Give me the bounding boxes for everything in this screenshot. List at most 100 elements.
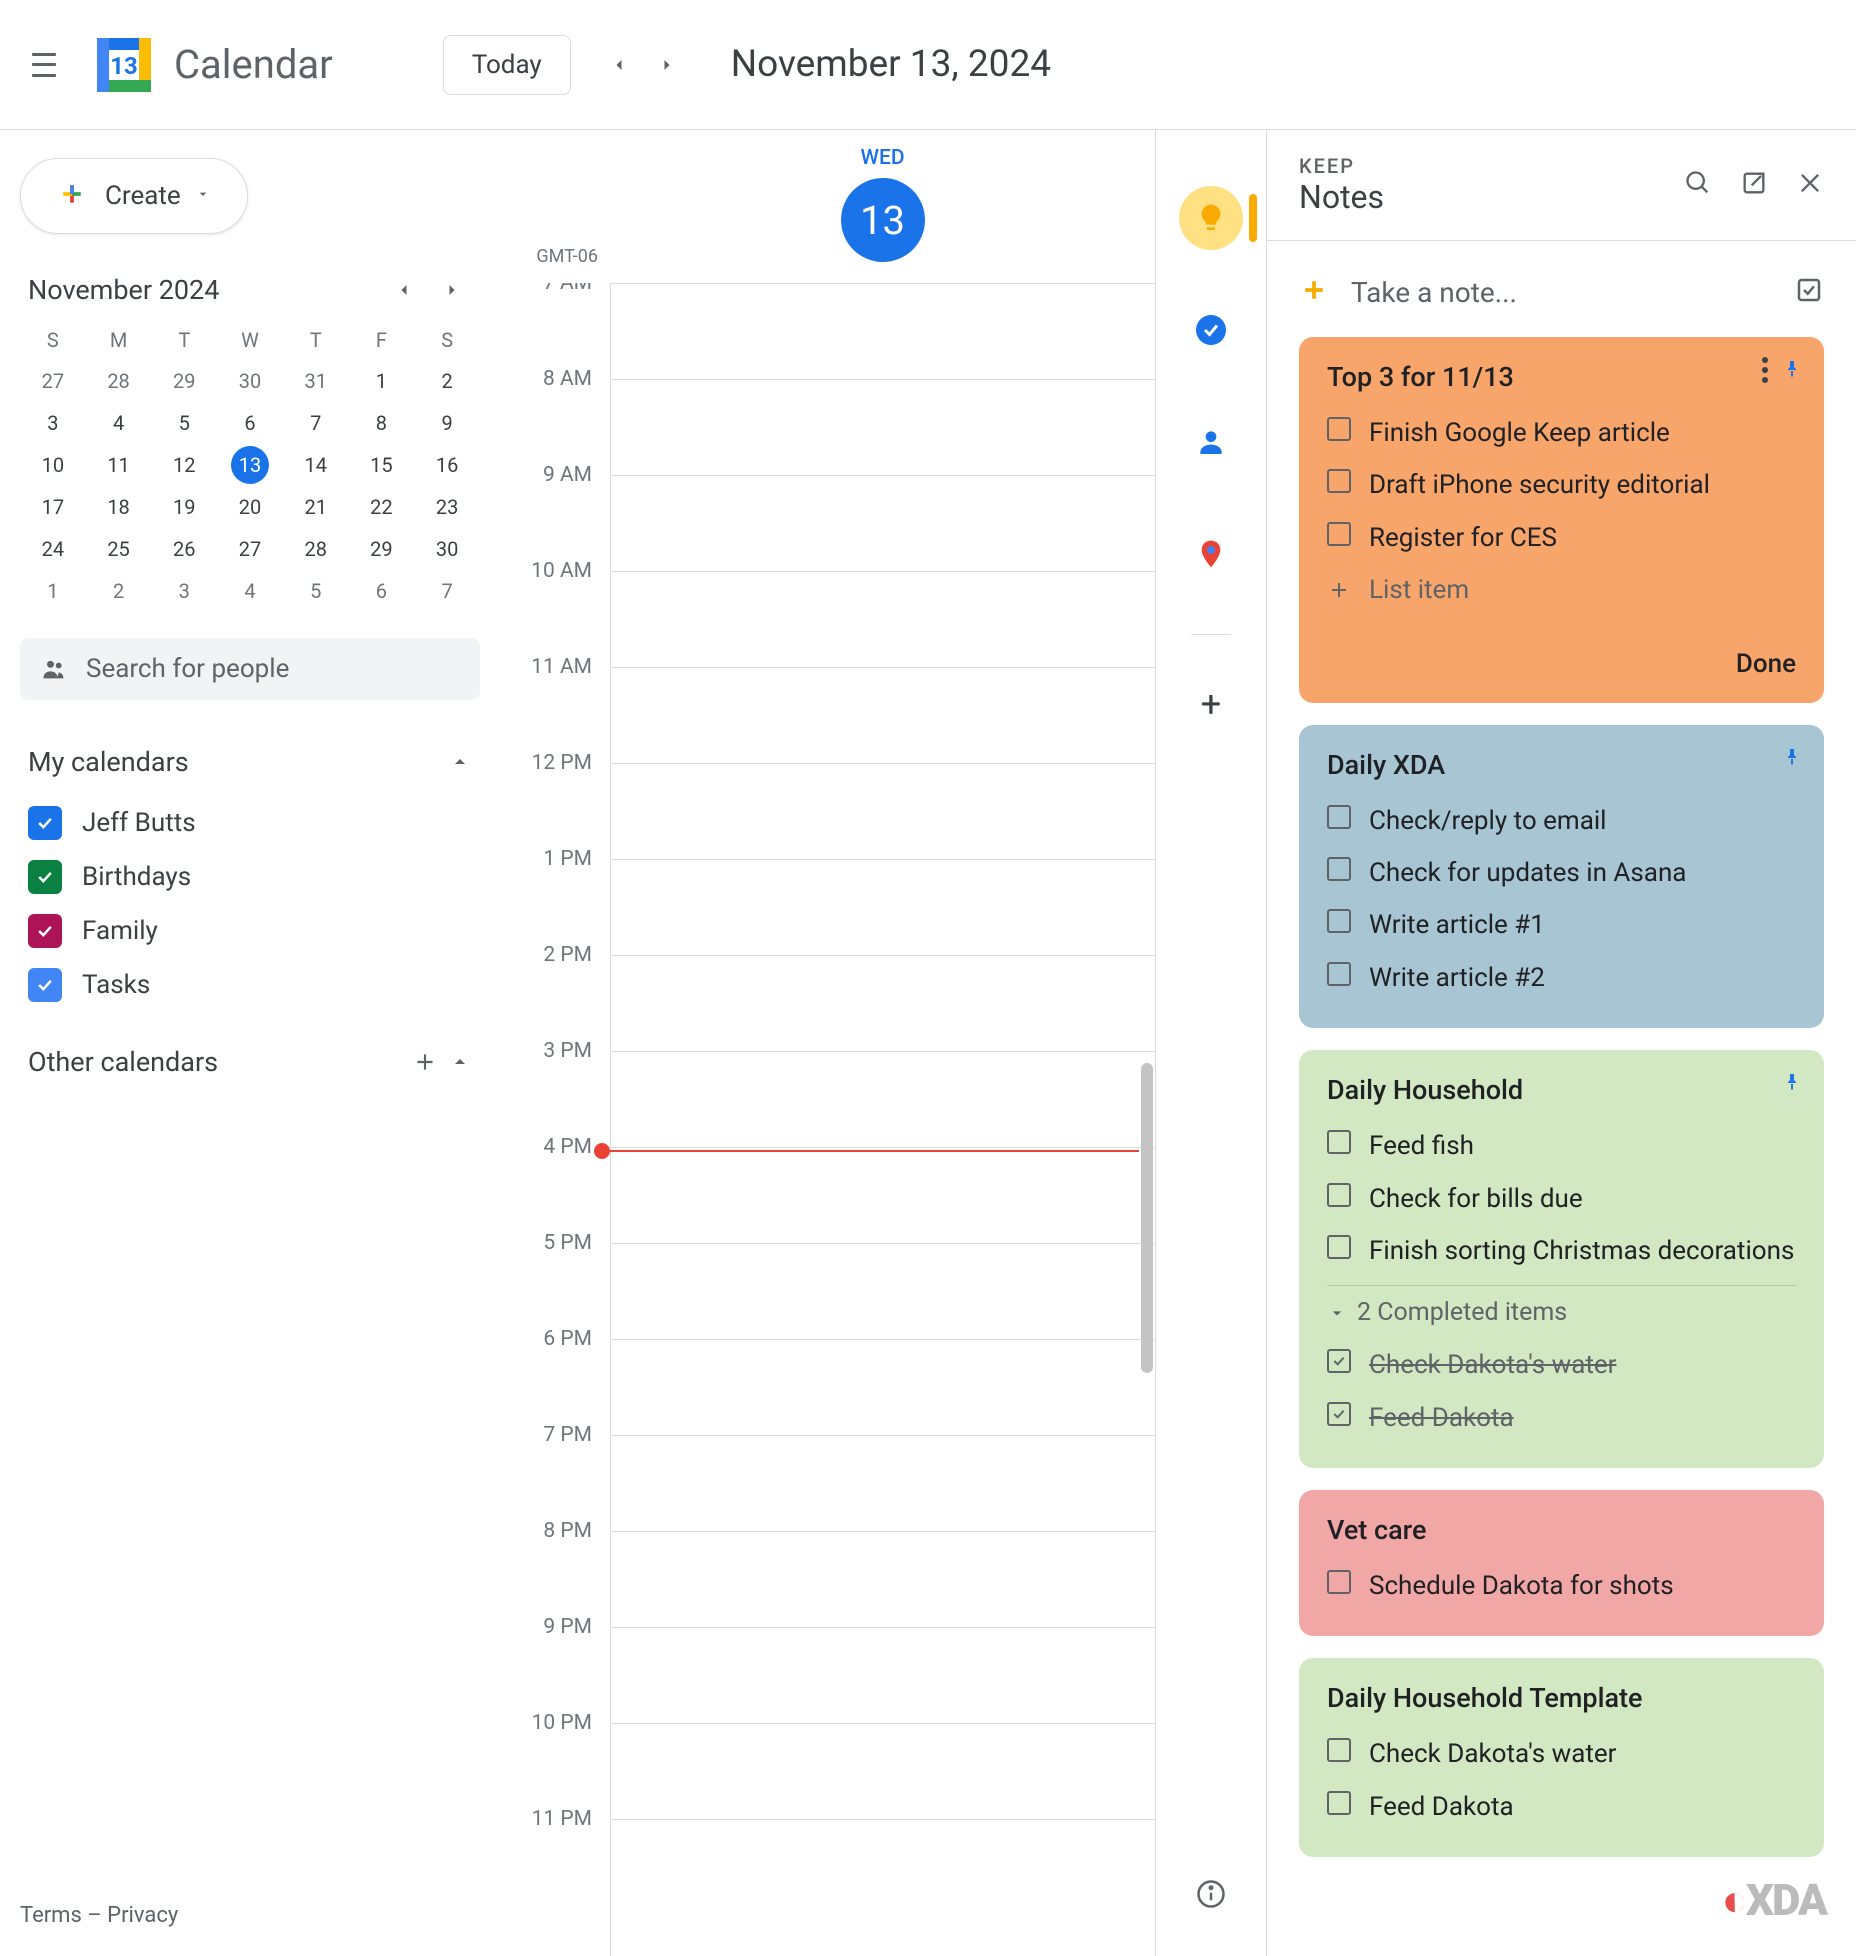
mini-cal-day[interactable]: 17 [34,488,72,526]
day-grid[interactable] [610,283,1155,1956]
note-checkbox-checked[interactable] [1327,1349,1351,1373]
mini-cal-day[interactable]: 4 [100,404,138,442]
mini-cal-day[interactable]: 15 [362,446,400,484]
note-checkbox[interactable] [1327,909,1351,933]
pin-icon[interactable] [1780,357,1804,385]
note-card[interactable]: Daily HouseholdFeed fishCheck for bills … [1299,1050,1824,1468]
calendar-checkbox[interactable] [28,914,62,948]
note-card[interactable]: Vet careSchedule Dakota for shots [1299,1490,1824,1636]
completed-toggle[interactable]: 2 Completed items [1327,1285,1796,1339]
note-card[interactable]: Daily XDACheck/reply to emailCheck for u… [1299,725,1824,1029]
mini-cal-day[interactable]: 11 [100,446,138,484]
mini-cal-day[interactable]: 19 [165,488,203,526]
hour-slot[interactable] [611,763,1155,859]
note-list-item[interactable]: Feed Dakota [1327,1781,1796,1833]
hour-slot[interactable] [611,1435,1155,1531]
hour-slot[interactable] [611,1147,1155,1243]
mini-cal-day[interactable]: 3 [34,404,72,442]
mini-cal-day[interactable]: 21 [297,488,335,526]
mini-cal-day[interactable]: 29 [362,530,400,568]
mini-cal-day[interactable]: 5 [165,404,203,442]
mini-cal-day[interactable]: 3 [165,572,203,610]
calendar-item[interactable]: Tasks [24,958,480,1012]
note-list-item[interactable]: Check for updates in Asana [1327,847,1796,899]
footer-links[interactable]: Terms – Privacy [20,1883,480,1928]
mini-cal-day[interactable]: 18 [100,488,138,526]
mini-cal-day[interactable]: 13 [231,446,269,484]
rail-keep-button[interactable] [1179,186,1243,250]
note-list-item[interactable]: Write article #2 [1327,952,1796,1004]
note-checkbox[interactable] [1327,1235,1351,1259]
mini-cal-day[interactable]: 6 [231,404,269,442]
mini-cal-day[interactable]: 5 [297,572,335,610]
scrollbar[interactable] [1141,1063,1153,1373]
new-list-button[interactable] [1794,275,1824,309]
mini-cal-day[interactable]: 10 [34,446,72,484]
search-people-input[interactable]: Search for people [20,638,480,700]
note-checkbox[interactable] [1327,805,1351,829]
mini-cal-day[interactable]: 26 [165,530,203,568]
hour-slot[interactable] [611,283,1155,379]
calendar-item[interactable]: Family [24,904,480,958]
hour-slot[interactable] [611,1339,1155,1435]
add-list-item[interactable]: List item [1327,564,1796,616]
today-button[interactable]: Today [443,35,571,95]
pin-icon[interactable] [1780,1070,1804,1098]
note-checkbox[interactable] [1327,417,1351,441]
hour-slot[interactable] [611,1723,1155,1819]
hour-slot[interactable] [611,1819,1155,1915]
note-checkbox[interactable] [1327,857,1351,881]
mini-cal-day[interactable]: 28 [297,530,335,568]
main-menu-button[interactable] [20,41,68,89]
hour-slot[interactable] [611,571,1155,667]
rail-maps-button[interactable] [1179,522,1243,586]
note-list-item-completed[interactable]: Feed Dakota [1327,1392,1796,1444]
mini-cal-day[interactable]: 30 [231,362,269,400]
keep-close-button[interactable] [1796,169,1824,201]
mini-cal-day[interactable]: 31 [297,362,335,400]
note-list-item[interactable]: Schedule Dakota for shots [1327,1560,1796,1612]
calendar-item[interactable]: Jeff Butts [24,796,480,850]
note-list-item-completed[interactable]: Check Dakota's water [1327,1339,1796,1391]
mini-cal-day[interactable]: 8 [362,404,400,442]
hour-slot[interactable] [611,859,1155,955]
hour-slot[interactable] [611,1531,1155,1627]
pin-icon[interactable] [1780,745,1804,773]
note-checkbox[interactable] [1327,1791,1351,1815]
mini-cal-day[interactable]: 20 [231,488,269,526]
note-list-item[interactable]: Write article #1 [1327,899,1796,951]
note-list-item[interactable]: Check for bills due [1327,1173,1796,1225]
my-calendars-toggle[interactable]: My calendars [20,740,480,784]
mini-cal-day[interactable]: 2 [100,572,138,610]
mini-cal-day[interactable]: 12 [165,446,203,484]
mini-cal-day[interactable]: 24 [34,530,72,568]
mini-cal-day[interactable]: 16 [428,446,466,484]
mini-cal-day[interactable]: 25 [100,530,138,568]
mini-cal-day[interactable]: 28 [100,362,138,400]
calendar-checkbox[interactable] [28,806,62,840]
note-list-item[interactable]: Check Dakota's water [1327,1728,1796,1780]
note-checkbox[interactable] [1327,1130,1351,1154]
rail-contacts-button[interactable] [1179,410,1243,474]
create-button[interactable]: Create [20,158,248,234]
hour-slot[interactable] [611,1243,1155,1339]
day-number-badge[interactable]: 13 [841,178,925,262]
hour-slot[interactable] [611,1051,1155,1147]
rail-info-button[interactable] [1179,1862,1243,1926]
mini-cal-day[interactable]: 4 [231,572,269,610]
note-done-button[interactable]: Done [1327,617,1796,679]
hour-slot[interactable] [611,1627,1155,1723]
calendar-checkbox[interactable] [28,860,62,894]
keep-open-button[interactable] [1740,169,1768,201]
mini-cal-day[interactable]: 7 [297,404,335,442]
mini-cal-day[interactable]: 7 [428,572,466,610]
next-day-button[interactable] [643,41,691,89]
hour-slot[interactable] [611,475,1155,571]
other-calendars-toggle[interactable]: Other calendars [20,1040,480,1084]
rail-tasks-button[interactable] [1179,298,1243,362]
mini-cal-day[interactable]: 2 [428,362,466,400]
mini-cal-day[interactable]: 1 [34,572,72,610]
mini-cal-day[interactable]: 6 [362,572,400,610]
note-card[interactable]: Daily Household TemplateCheck Dakota's w… [1299,1658,1824,1857]
take-note-input[interactable]: Take a note... [1299,265,1824,337]
